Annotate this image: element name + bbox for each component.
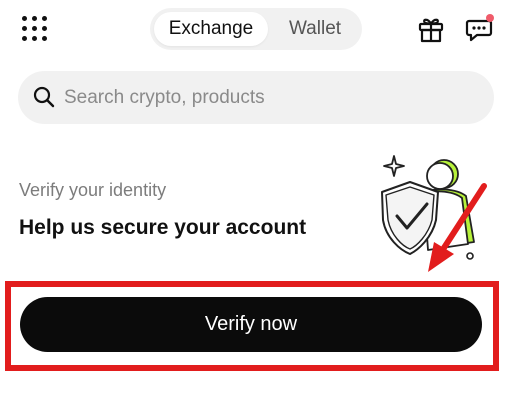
chat-icon[interactable]	[464, 14, 494, 44]
verify-now-button[interactable]: Verify now	[20, 297, 482, 352]
grid-menu-icon[interactable]	[20, 14, 50, 44]
search-input[interactable]	[64, 71, 474, 124]
gift-icon[interactable]	[416, 14, 446, 44]
exchange-wallet-toggle: Exchange Wallet	[150, 8, 362, 50]
top-bar: Exchange Wallet	[0, 0, 515, 62]
search-icon	[33, 86, 55, 108]
verify-subtitle: Verify your identity	[19, 180, 167, 200]
tab-exchange[interactable]: Exchange	[154, 12, 268, 46]
tab-wallet[interactable]: Wallet	[274, 12, 356, 46]
notification-dot	[486, 14, 494, 22]
annotation-arrow	[420, 182, 490, 274]
verify-title: Help us secure your account	[19, 216, 307, 239]
search-bar[interactable]	[18, 71, 494, 124]
